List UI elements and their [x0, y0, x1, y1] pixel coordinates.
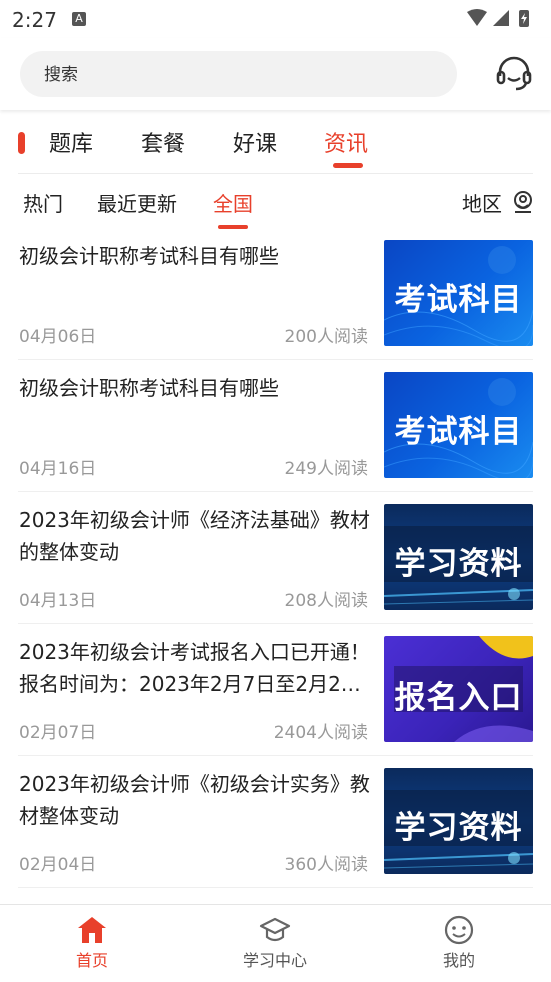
- article-item[interactable]: 2023年初级会计考试报名入口已开通！报名时间为：2023年2月7日至2月28日…: [0, 632, 551, 764]
- article-title: 2023年初级会计考试报名入口已开通！报名时间为：2023年2月7日至2月28日: [19, 640, 370, 696]
- subtab-hot[interactable]: 热门: [23, 188, 63, 217]
- article-read-count: 2404人阅读: [273, 723, 368, 743]
- row-divider: [18, 755, 533, 756]
- article-list: 初级会计职称考试科目有哪些 04月06日 200人阅读 考试科目 初级会计职称考…: [0, 236, 551, 896]
- subtab-nationwide[interactable]: 全国: [213, 188, 253, 217]
- home-icon: [78, 917, 106, 943]
- article-date: 04月16日: [19, 459, 97, 479]
- article-title: 2023年初级会计师《初级会计实务》教材整体变动: [19, 772, 370, 828]
- article-title: 初级会计职称考试科目有哪些: [19, 376, 279, 400]
- thumbnail-caption: 考试科目: [394, 414, 523, 450]
- article-date: 04月13日: [19, 591, 97, 611]
- article-thumbnail: 学习资料: [384, 504, 533, 610]
- smiley-face-icon: [444, 915, 474, 945]
- bottom-navigation: 首页 学习中心 我的: [0, 904, 551, 982]
- thumbnail-caption: 学习资料: [394, 810, 523, 846]
- nav-study-center-label: 学习中心: [242, 951, 307, 970]
- row-divider: [18, 491, 533, 492]
- tab-packages[interactable]: 套餐: [141, 126, 185, 158]
- system-status-icons: [467, 9, 529, 27]
- article-read-count: 200人阅读: [284, 327, 368, 347]
- nav-study-center[interactable]: 学习中心: [215, 915, 335, 971]
- article-title: 初级会计职称考试科目有哪些: [19, 244, 279, 268]
- tab-news[interactable]: 资讯: [324, 126, 368, 158]
- notification-icon: A: [72, 12, 86, 26]
- tab-active-indicator: [333, 163, 363, 168]
- nav-home[interactable]: 首页: [32, 915, 152, 971]
- search-bar[interactable]: [20, 51, 457, 99]
- article-title: 2023年初级会计师《经济法基础》教材的整体变动: [19, 508, 370, 564]
- thumbnail-caption: 报名入口: [394, 680, 523, 716]
- status-bar: 2:27 A: [0, 0, 551, 38]
- article-item[interactable]: 初级会计职称考试科目有哪些 04月16日 249人阅读 考试科目: [0, 368, 551, 500]
- nav-profile[interactable]: 我的: [399, 915, 519, 971]
- row-divider: [18, 359, 533, 360]
- article-thumbnail: 报名入口: [384, 636, 533, 742]
- article-thumbnail: 学习资料: [384, 768, 533, 874]
- location-pin-icon[interactable]: [511, 190, 535, 214]
- article-read-count: 208人阅读: [284, 591, 368, 611]
- nav-profile-label: 我的: [442, 951, 475, 970]
- tab-question-bank[interactable]: 题库: [49, 126, 93, 158]
- article-read-count: 249人阅读: [284, 459, 368, 479]
- tab-courses[interactable]: 好课: [233, 126, 277, 158]
- article-item[interactable]: 2023年初级会计师《经济法基础》教材的整体变动 04月13日 208人阅读 学…: [0, 500, 551, 632]
- article-date: 04月06日: [19, 327, 97, 347]
- article-thumbnail: 考试科目: [384, 372, 533, 478]
- row-divider: [18, 623, 533, 624]
- app-header: [0, 38, 551, 110]
- graduation-cap-icon: [259, 917, 291, 942]
- customer-service-icon[interactable]: [494, 56, 534, 92]
- tab-marker: [18, 132, 25, 154]
- nav-home-label: 首页: [75, 951, 108, 970]
- article-item[interactable]: 2023年初级会计师《初级会计实务》教材整体变动 02月04日 360人阅读 学…: [0, 764, 551, 896]
- article-date: 02月04日: [19, 855, 97, 875]
- article-read-count: 360人阅读: [284, 855, 368, 875]
- search-input[interactable]: [42, 51, 426, 99]
- thumbnail-caption: 考试科目: [394, 282, 523, 318]
- category-tabs: 题库 套餐 好课 资讯: [0, 112, 551, 174]
- article-date: 02月07日: [19, 723, 97, 743]
- subtab-active-indicator: [218, 225, 248, 229]
- article-thumbnail: 考试科目: [384, 240, 533, 346]
- filter-tabs: 热门 最近更新 全国 地区: [0, 174, 551, 230]
- wifi-icon: [467, 9, 487, 26]
- signal-icon: [493, 10, 509, 26]
- region-filter[interactable]: 地区: [462, 188, 502, 217]
- article-item[interactable]: 初级会计职称考试科目有哪些 04月06日 200人阅读 考试科目: [0, 236, 551, 368]
- subtab-recent[interactable]: 最近更新: [97, 188, 177, 217]
- status-time: 2:27: [12, 8, 57, 32]
- row-divider: [18, 887, 533, 888]
- thumbnail-caption: 学习资料: [394, 546, 523, 582]
